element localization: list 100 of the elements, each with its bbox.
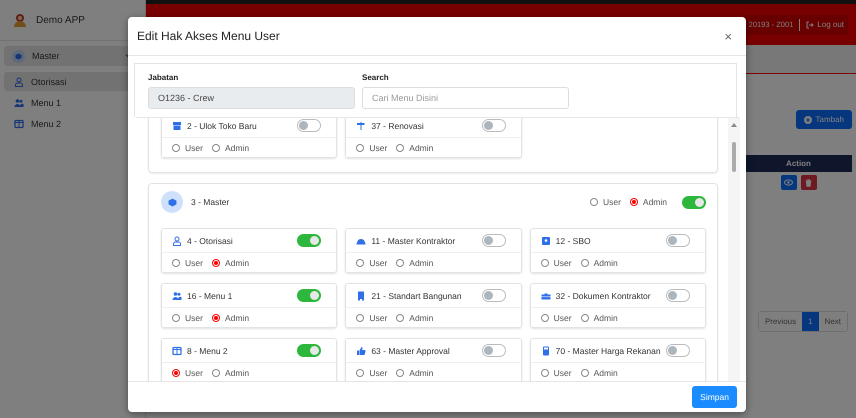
- radio-label: User: [369, 368, 388, 378]
- menu-name: 4 - Otorisasi: [187, 236, 233, 246]
- radio-label: Admin: [409, 312, 434, 322]
- radio-button[interactable]: [580, 314, 589, 322]
- thumbs-up-icon: [356, 346, 366, 356]
- id-card-icon: [540, 236, 551, 246]
- menu-name: 37 - Renovasi: [371, 120, 424, 130]
- logout-link[interactable]: Log out: [806, 20, 844, 29]
- radio-button[interactable]: [172, 368, 180, 376]
- people-icon: [14, 98, 24, 108]
- radio-label: Admin: [409, 258, 434, 268]
- menu-name: 11 - Master Kontraktor: [371, 236, 456, 246]
- radio-label: Admin: [224, 368, 250, 378]
- menu-name: 2 - Ulok Toko Baru: [187, 120, 257, 130]
- radio-button[interactable]: [172, 314, 180, 322]
- radio-button[interactable]: [356, 258, 364, 266]
- toggle-switch[interactable]: [482, 234, 506, 247]
- sidebar-item[interactable]: Menu 2: [4, 114, 141, 133]
- radio-button[interactable]: [212, 144, 220, 152]
- radio-label: Admin: [594, 258, 618, 268]
- radio-button[interactable]: [356, 144, 364, 152]
- field-label: Search: [362, 73, 390, 82]
- search-field[interactable]: Cari Menu Disini: [362, 87, 569, 109]
- radio-label: User: [185, 312, 203, 322]
- toggle-switch[interactable]: [482, 344, 506, 357]
- logout-icon: [806, 20, 814, 28]
- group-name: 3 - Master: [191, 197, 230, 207]
- toggle-switch[interactable]: [682, 196, 706, 208]
- radio-label: Admin: [409, 142, 434, 152]
- store-icon: [172, 120, 182, 130]
- radio-button[interactable]: [212, 368, 220, 376]
- radio-button[interactable]: [172, 144, 180, 152]
- menu-name: 8 - Menu 2: [187, 346, 228, 356]
- toggle-switch[interactable]: [297, 119, 322, 132]
- radio-button[interactable]: [540, 314, 549, 322]
- radio-label: User: [369, 312, 388, 322]
- columns-icon: [14, 118, 24, 128]
- radio-button[interactable]: [396, 314, 404, 322]
- menu-name: 70 - Master Harga Rekanan: [556, 346, 661, 356]
- radio-label: User: [185, 368, 203, 378]
- toolbox-icon: [540, 290, 551, 300]
- radio-label: Admin: [224, 142, 250, 152]
- toggle-switch[interactable]: [297, 344, 322, 357]
- people-icon: [172, 290, 182, 300]
- person-icon: [14, 76, 24, 86]
- trash-icon: [805, 178, 812, 186]
- radio-label: Admin: [594, 368, 618, 378]
- table-header: Action: [745, 155, 852, 172]
- radio-button[interactable]: [356, 314, 364, 322]
- radio-button[interactable]: [212, 258, 220, 266]
- radio-label: User: [554, 258, 572, 268]
- radio-button[interactable]: [172, 258, 180, 266]
- add-button[interactable]: Tambah: [796, 110, 852, 129]
- radio-button[interactable]: [580, 258, 589, 266]
- radio-button[interactable]: [396, 258, 404, 266]
- radio-label: User: [554, 312, 572, 322]
- radio-label: User: [369, 142, 388, 152]
- sidebar-item[interactable]: Menu 1: [4, 93, 141, 112]
- delete-button[interactable]: [800, 175, 816, 190]
- radio-button[interactable]: [580, 368, 589, 376]
- eye-icon: [784, 179, 793, 186]
- radio-button[interactable]: [356, 368, 364, 376]
- plus-circle-icon: [804, 116, 812, 124]
- scrollbar[interactable]: [728, 118, 740, 381]
- brand-name: Demo APP: [36, 14, 85, 26]
- radio-button[interactable]: [396, 144, 404, 152]
- view-button[interactable]: [780, 175, 796, 190]
- menu-name: 63 - Master Approval: [371, 346, 450, 356]
- calculator-icon: [540, 346, 551, 356]
- radio-button[interactable]: [540, 368, 549, 376]
- radio-label: Admin: [224, 258, 250, 268]
- save-button[interactable]: Simpan: [692, 386, 737, 408]
- pagination-button[interactable]: 1: [802, 312, 819, 331]
- building-icon: [356, 290, 366, 300]
- radio-button[interactable]: [540, 258, 549, 266]
- columns-icon: [172, 346, 182, 356]
- radio-label: Admin: [224, 312, 250, 322]
- radio-button[interactable]: [590, 198, 598, 206]
- radio-label: User: [185, 142, 203, 152]
- toggle-switch[interactable]: [482, 289, 506, 302]
- toggle-switch[interactable]: [666, 344, 690, 357]
- toggle-switch[interactable]: [482, 119, 506, 132]
- toggle-switch[interactable]: [297, 289, 322, 302]
- radio-label: User: [602, 197, 621, 207]
- radio-button[interactable]: [212, 314, 220, 322]
- radio-label: Admin: [409, 368, 434, 378]
- menu-name: 16 - Menu 1: [187, 290, 232, 300]
- toggle-switch[interactable]: [666, 234, 690, 247]
- radio-button[interactable]: [630, 198, 638, 206]
- radio-button[interactable]: [396, 368, 404, 376]
- cube-icon: [12, 50, 25, 62]
- menu-name: 32 - Dokumen Kontraktor: [556, 290, 651, 300]
- radio-label: User: [369, 258, 388, 268]
- scroll-up-icon[interactable]: [731, 122, 737, 128]
- close-button[interactable]: ×: [722, 28, 734, 44]
- toggle-switch[interactable]: [666, 289, 690, 302]
- menu-name: 12 - SBO: [556, 236, 591, 246]
- toggle-switch[interactable]: [297, 234, 322, 247]
- radio-label: Admin: [642, 197, 667, 207]
- person-icon: [172, 236, 182, 246]
